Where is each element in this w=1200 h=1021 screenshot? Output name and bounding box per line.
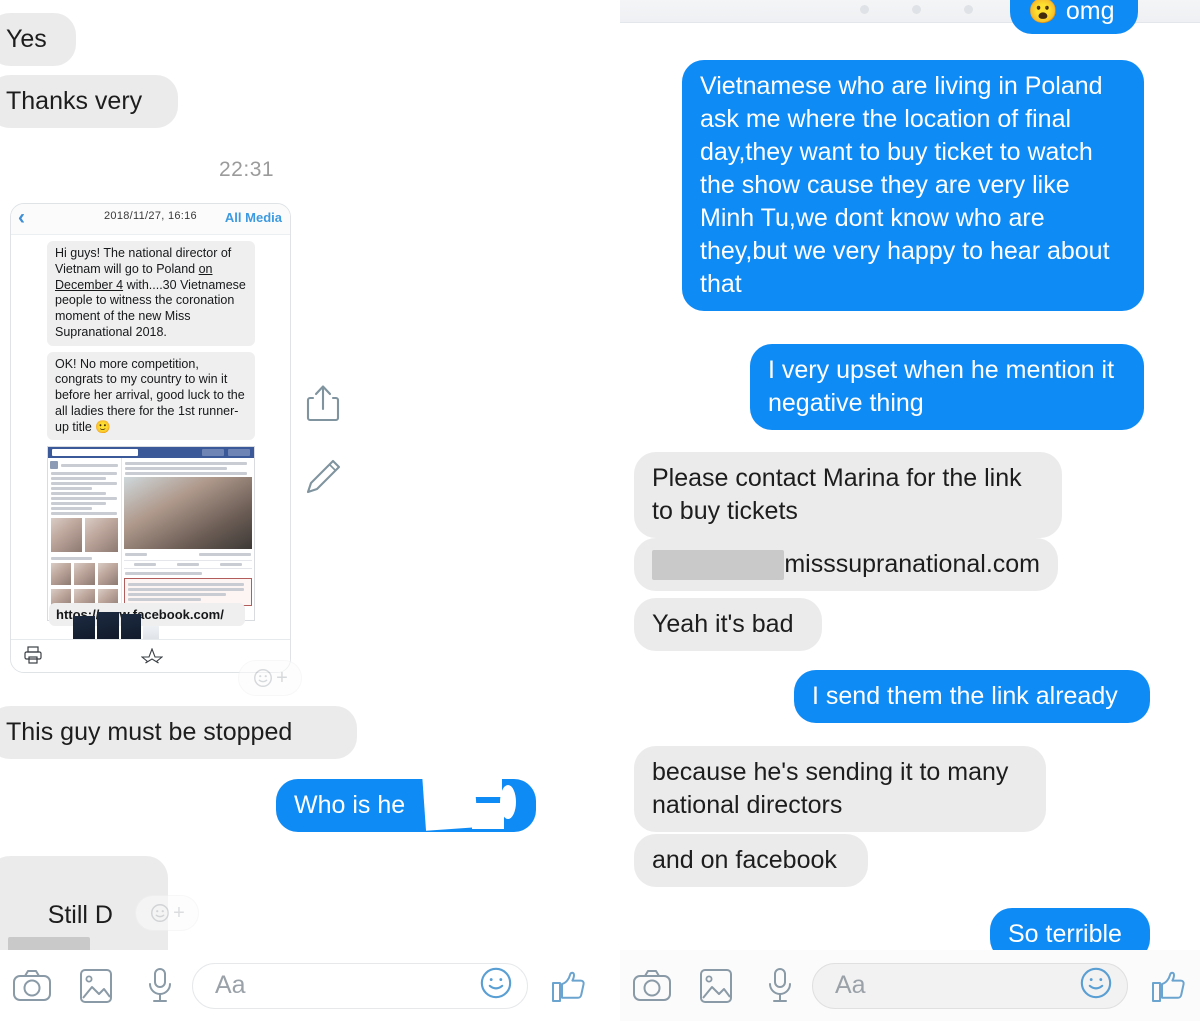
message-bubble-who-is-he-wrapper: Who is he [276,771,536,832]
inner-star-icon [141,648,163,664]
microphone-icon[interactable] [748,967,812,1005]
facebook-search-field [52,449,138,457]
all-media-link[interactable]: All Media [225,210,282,225]
erase-mark-3 [472,803,504,829]
erase-mark-1 [422,771,478,831]
message-bubble-omg[interactable]: 😮 omg [1010,0,1138,34]
forwarded-screenshot-attachment[interactable]: ‹ 2018/11/27, 16:16 All Media Hi guys! T… [10,203,291,673]
right-conversation-panel: 😮 omg Vietnamese who are living in Polan… [620,0,1200,1021]
message-input[interactable]: Aa [812,962,1128,1009]
facebook-post-column [122,458,254,620]
message-bubble-thanks-very[interactable]: Thanks very [0,75,178,128]
plus-icon: + [276,667,288,689]
facebook-photo-row-2 [50,562,119,587]
edit-icon[interactable] [303,456,343,496]
redaction-block-link [652,549,785,580]
message-text-link: misssupranational.com [784,550,1040,578]
inner-screenshot-body: Hi guys! The national director of Vietna… [11,235,290,622]
inner-message-1: Hi guys! The national director of Vietna… [47,241,255,346]
camera-icon[interactable] [620,969,684,1003]
erase-mark-4 [500,785,516,819]
omg-emoji: 😮 [1028,0,1058,26]
message-bubble-contact-marina[interactable]: Please contact Marina for the link to bu… [634,452,1062,538]
facebook-signup-button [202,449,224,457]
message-bubble-link[interactable]: misssupranational.com [634,538,1058,591]
share-icon[interactable] [305,383,341,423]
gallery-icon[interactable] [684,968,748,1004]
erase-mark-2 [472,773,502,797]
conversation-timestamp: 22:31 [219,158,275,181]
gallery-icon[interactable] [64,968,128,1004]
add-reaction-button-still-d[interactable]: + [135,895,199,931]
message-bubble-this-guy-must-be-stopped[interactable]: This guy must be stopped [0,706,357,759]
inner-screenshot-header: ‹ 2018/11/27, 16:16 All Media [11,204,290,235]
plus-icon: + [173,902,185,924]
smiley-icon [254,669,273,687]
message-bubble-many-directors[interactable]: because he's sending it to many national… [634,746,1046,832]
left-message-composer: Aa [0,950,600,1021]
message-text-omg: omg [1065,0,1115,25]
left-conversation-panel: Yes Thanks very 22:31 ‹ 2018/11/27, 16:1… [0,0,600,1021]
smiley-icon[interactable] [1079,966,1113,1005]
thumbs-up-icon[interactable] [538,966,600,1006]
add-reaction-button[interactable]: + [238,660,302,696]
message-text-still-d: Still D [47,901,113,929]
facebook-page-capture [47,446,255,622]
right-message-composer: Aa [620,950,1200,1021]
facebook-post-photo [124,477,252,550]
message-bubble-vietnamese-poland[interactable]: Vietnamese who are living in Poland ask … [682,60,1144,311]
message-bubble-on-facebook[interactable]: and on facebook [634,834,868,887]
inner-print-icon [23,646,43,664]
microphone-icon[interactable] [128,967,192,1005]
facebook-left-column [48,458,122,621]
camera-icon[interactable] [0,969,64,1003]
facebook-photo-row-1 [50,517,119,554]
facebook-login-button [228,449,250,457]
inner-message-2: OK! No more competition, congrats to my … [47,351,255,441]
message-input[interactable]: Aa [192,962,528,1009]
left-message-thread: Yes Thanks very 22:31 ‹ 2018/11/27, 16:1… [0,0,600,1021]
message-bubble-very-upset[interactable]: I very upset when he mention it negative… [750,344,1144,430]
message-bubble-yeah-its-bad[interactable]: Yeah it's bad [634,598,822,651]
facebook-post-actions [124,560,252,570]
message-bubble-sent-link[interactable]: I send them the link already [794,670,1150,723]
thumbs-up-icon[interactable] [1138,966,1200,1006]
smiley-icon [151,904,170,922]
message-input-placeholder: Aa [835,971,866,999]
message-input-placeholder: Aa [215,971,246,999]
right-message-thread: 😮 omg Vietnamese who are living in Polan… [620,0,1200,1021]
message-bubble-yes[interactable]: Yes [0,13,76,66]
smiley-icon[interactable] [479,966,513,1005]
facebook-navbar [48,447,254,459]
facebook-columns [48,458,254,621]
